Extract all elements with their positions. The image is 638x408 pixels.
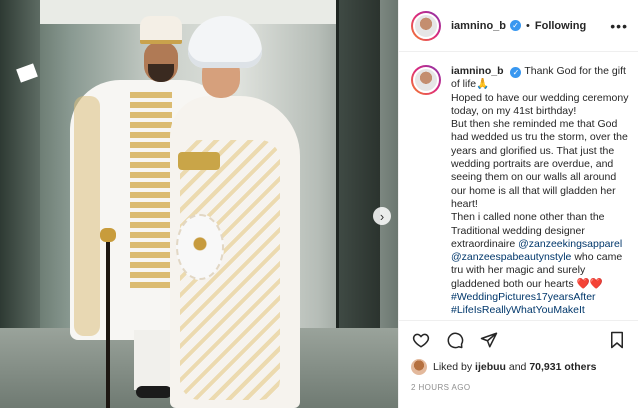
verified-badge-icon: ✓	[510, 67, 522, 79]
groom-cane-top	[100, 228, 116, 242]
avatar-image	[413, 67, 439, 93]
post-timestamp[interactable]: 2 hours ago	[411, 383, 627, 392]
bride-clutch	[178, 152, 220, 170]
likes-middle: and	[508, 361, 527, 373]
groom-robe-trim-left	[74, 96, 100, 336]
liker-avatar[interactable]	[411, 359, 427, 375]
instagram-post: › iamnino_b ✓ • Following ••• iamnino_b …	[0, 0, 638, 408]
photo-ceiling	[40, 0, 340, 24]
comment-icon[interactable]	[445, 330, 465, 350]
post-actions: Liked by ijebuu and 70,931 others 2 hour…	[399, 320, 638, 408]
caption-line-4: Then i called none other than the Tradit…	[451, 211, 631, 291]
caption-comment: iamnino_b ✓ Thank God for the gift of li…	[411, 65, 631, 318]
likes-row: Liked by ijebuu and 70,931 others	[411, 359, 627, 375]
bookmark-icon[interactable]	[607, 330, 627, 350]
action-icons	[411, 327, 627, 353]
caption-text-line: Hoped to have our wedding ceremony today…	[451, 91, 629, 117]
caption-username[interactable]: iamnino_b	[451, 65, 504, 77]
comments-section: iamnino_b ✓ Thank God for the gift of li…	[399, 53, 638, 320]
groom-shoe	[136, 386, 172, 398]
groom-robe-embroidery	[130, 92, 172, 292]
next-photo-button[interactable]: ›	[373, 207, 391, 225]
caption-avatar[interactable]	[411, 65, 441, 95]
groom-cane	[106, 236, 110, 408]
hashtag-link[interactable]: #LifeIsReallyWhatYouMakeIt	[451, 304, 585, 316]
caption-text: iamnino_b ✓ Thank God for the gift of li…	[451, 65, 631, 318]
caption-line-1: iamnino_b ✓ Thank God for the gift of li…	[451, 65, 631, 92]
ellipsis-icon[interactable]: •••	[610, 18, 628, 34]
liker-username[interactable]: ijebuu	[475, 361, 506, 373]
chevron-right-icon: ›	[379, 208, 385, 224]
separator-dot: •	[526, 19, 530, 32]
share-icon[interactable]	[479, 330, 499, 350]
profile-avatar[interactable]	[411, 10, 441, 41]
post-header: iamnino_b ✓ • Following •••	[399, 0, 638, 52]
post-photo[interactable]: ›	[0, 0, 398, 408]
hashtag-link[interactable]: #WeddingPictures17yearsAfter	[451, 291, 596, 303]
heart-icon[interactable]	[411, 330, 431, 350]
bride-feather-fan	[176, 214, 224, 280]
follow-status-button[interactable]: Following	[535, 20, 586, 32]
groom-cap	[140, 16, 182, 44]
mention-link[interactable]: @zanzeekingsapparel	[518, 238, 622, 250]
header-username[interactable]: iamnino_b	[451, 20, 506, 32]
likes-prefix: Liked by	[433, 361, 473, 373]
caption-text-line: But then she reminded me that God had we…	[451, 118, 628, 210]
hashtag-line: #WeddingPictures17yearsAfter	[451, 291, 631, 304]
hashtag-line: #LifeIsReallyWhatYouMakeIt	[451, 304, 631, 317]
photo-door	[336, 0, 380, 360]
verified-badge-icon: ✓	[510, 20, 522, 31]
post-side-panel: iamnino_b ✓ • Following ••• iamnino_b ✓ …	[398, 0, 638, 408]
avatar-image	[413, 12, 439, 39]
likes-count[interactable]: 70,931 others	[529, 361, 596, 373]
mention-link[interactable]: @zanzeespabeautynstyle	[451, 251, 571, 263]
